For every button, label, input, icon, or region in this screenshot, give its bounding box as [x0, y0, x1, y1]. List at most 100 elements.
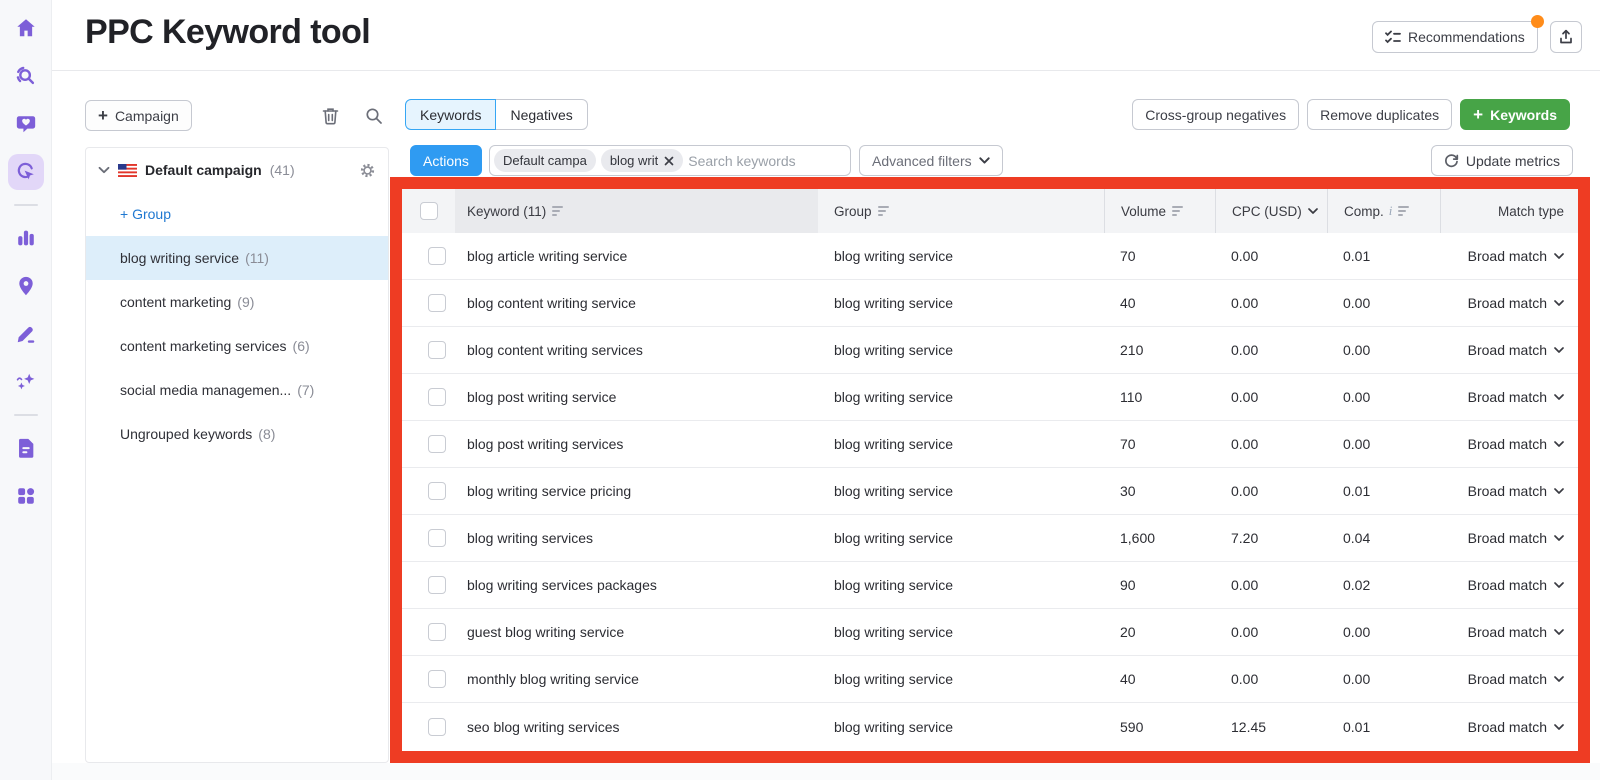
cpc-cell: 0.00	[1231, 624, 1259, 640]
content-marketing-icon[interactable]	[8, 316, 44, 352]
more-apps-icon[interactable]	[8, 478, 44, 514]
column-label: Volume	[1121, 203, 1167, 219]
recommendations-button[interactable]: Recommendations	[1372, 21, 1538, 53]
column-header-volume[interactable]: Volume	[1104, 189, 1215, 233]
match-type-dropdown[interactable]: Broad match	[1468, 530, 1564, 546]
page-bottom-strip	[52, 763, 1600, 780]
match-type-dropdown[interactable]: Broad match	[1468, 295, 1564, 311]
add-campaign-button[interactable]: + Campaign	[85, 100, 192, 131]
close-icon[interactable]	[664, 156, 674, 166]
campaign-count: (41)	[269, 162, 295, 178]
row-checkbox[interactable]	[427, 435, 446, 453]
social-media-icon[interactable]	[8, 106, 44, 142]
cpc-cell: 7.20	[1231, 530, 1259, 546]
row-checkbox[interactable]	[427, 529, 446, 547]
match-type-dropdown[interactable]: Broad match	[1468, 436, 1564, 452]
keyword-cell: monthly blog writing service	[467, 671, 639, 687]
keyword-cell: guest blog writing service	[467, 624, 625, 640]
search-icon[interactable]	[362, 104, 386, 128]
tab-negatives[interactable]: Negatives	[496, 99, 588, 130]
row-checkbox[interactable]	[427, 247, 446, 265]
keyword-cell: seo blog writing services	[467, 718, 620, 735]
comp-cell: 0.02	[1343, 577, 1371, 593]
row-checkbox[interactable]	[427, 482, 446, 500]
page-title: PPC Keyword tool	[85, 13, 371, 51]
actions-button[interactable]: Actions	[410, 145, 482, 176]
select-all-checkbox[interactable]	[419, 202, 438, 220]
column-label: Keyword (11)	[467, 203, 547, 219]
group-cell: blog writing service	[834, 671, 954, 687]
filter-chip[interactable]: blog writ	[600, 149, 684, 172]
add-group-button[interactable]: + Group	[86, 192, 388, 236]
column-header-cpc[interactable]: CPC (USD)	[1215, 189, 1327, 233]
campaign-row[interactable]: Default campaign (41)	[86, 148, 388, 192]
row-checkbox[interactable]	[427, 717, 446, 736]
match-type-value: Broad match	[1467, 530, 1547, 546]
match-type-dropdown[interactable]: Broad match	[1468, 248, 1564, 264]
add-keywords-button[interactable]: + Keywords	[1460, 99, 1570, 130]
match-type-dropdown[interactable]: Broad match	[1468, 577, 1564, 593]
tab-keywords[interactable]: Keywords	[405, 99, 497, 130]
search-keywords-input[interactable]	[688, 152, 846, 169]
export-button[interactable]	[1550, 21, 1582, 53]
group-list: blog writing service (11) content marketin…	[86, 236, 388, 456]
sort-icon	[877, 206, 889, 216]
chevron-down-icon	[1554, 535, 1564, 541]
volume-cell: 70	[1120, 436, 1136, 452]
reports-icon[interactable]	[8, 430, 44, 466]
comp-cell: 0.00	[1343, 295, 1371, 311]
group-item[interactable]: Ungrouped keywords (8)	[86, 412, 388, 456]
remove-duplicates-button[interactable]: Remove duplicates	[1307, 99, 1453, 130]
advanced-filters-dropdown[interactable]: Advanced filters	[859, 145, 1003, 176]
table-row: blog content writing service blog writing…	[402, 280, 1578, 327]
column-label: Group	[834, 203, 872, 219]
app-sidebar	[0, 0, 52, 780]
row-checkbox[interactable]	[427, 623, 446, 641]
column-header-match[interactable]: Match type	[1440, 189, 1578, 233]
advertising-icon[interactable]	[7, 154, 44, 190]
group-item[interactable]: content marketing services (6)	[86, 324, 388, 368]
sidebar-divider	[13, 204, 38, 206]
match-type-dropdown[interactable]: Broad match	[1468, 342, 1564, 358]
group-cell: blog writing service	[834, 624, 954, 640]
match-type-dropdown[interactable]: Broad match	[1468, 483, 1564, 499]
chevron-down-icon	[1554, 394, 1564, 400]
cross-group-negatives-button[interactable]: Cross-group negatives	[1132, 99, 1300, 130]
row-checkbox[interactable]	[427, 341, 446, 359]
group-item[interactable]: social media managemen... (7)	[86, 368, 388, 412]
column-header-keyword[interactable]: Keyword (11)	[455, 189, 818, 233]
row-checkbox[interactable]	[427, 388, 446, 406]
cpc-cell: 0.00	[1231, 436, 1259, 452]
match-type-dropdown[interactable]: Broad match	[1468, 719, 1564, 735]
update-metrics-button[interactable]: Update metrics	[1430, 145, 1573, 176]
seo-toolkit-icon[interactable]	[8, 58, 44, 94]
cpc-cell: 12.45	[1231, 718, 1267, 735]
match-type-dropdown[interactable]: Broad match	[1468, 671, 1564, 687]
row-checkbox[interactable]	[427, 576, 446, 594]
group-item[interactable]: content marketing (9)	[86, 280, 388, 324]
filter-chip[interactable]: Default campa	[494, 149, 596, 172]
table-row: blog post writing services blog writing s…	[402, 421, 1578, 468]
gear-icon[interactable]	[359, 162, 376, 179]
group-label: content marketing services	[120, 338, 287, 354]
home-icon[interactable]	[8, 10, 44, 46]
local-marketing-icon[interactable]	[8, 268, 44, 304]
analytics-icon[interactable]	[8, 220, 44, 256]
delete-icon[interactable]	[318, 104, 342, 128]
row-checkbox[interactable]	[427, 670, 446, 688]
keyword-cell: blog post writing services	[467, 436, 624, 452]
column-header-group[interactable]: Group	[818, 189, 1104, 233]
keyword-search-box[interactable]: Default campa blog writ	[489, 145, 851, 176]
group-count: (9)	[237, 294, 255, 310]
column-header-comp[interactable]: Comp. i	[1327, 189, 1440, 233]
group-item[interactable]: blog writing service (11)	[86, 236, 388, 280]
cpc-cell: 0.00	[1231, 577, 1259, 593]
comp-cell: 0.00	[1343, 624, 1371, 640]
match-type-dropdown[interactable]: Broad match	[1468, 624, 1564, 640]
ai-tools-icon[interactable]	[8, 364, 44, 400]
group-label: Ungrouped keywords	[120, 426, 253, 442]
group-count: (6)	[292, 338, 310, 354]
cpc-cell: 0.00	[1231, 671, 1259, 687]
row-checkbox[interactable]	[427, 294, 446, 312]
match-type-dropdown[interactable]: Broad match	[1468, 389, 1564, 405]
